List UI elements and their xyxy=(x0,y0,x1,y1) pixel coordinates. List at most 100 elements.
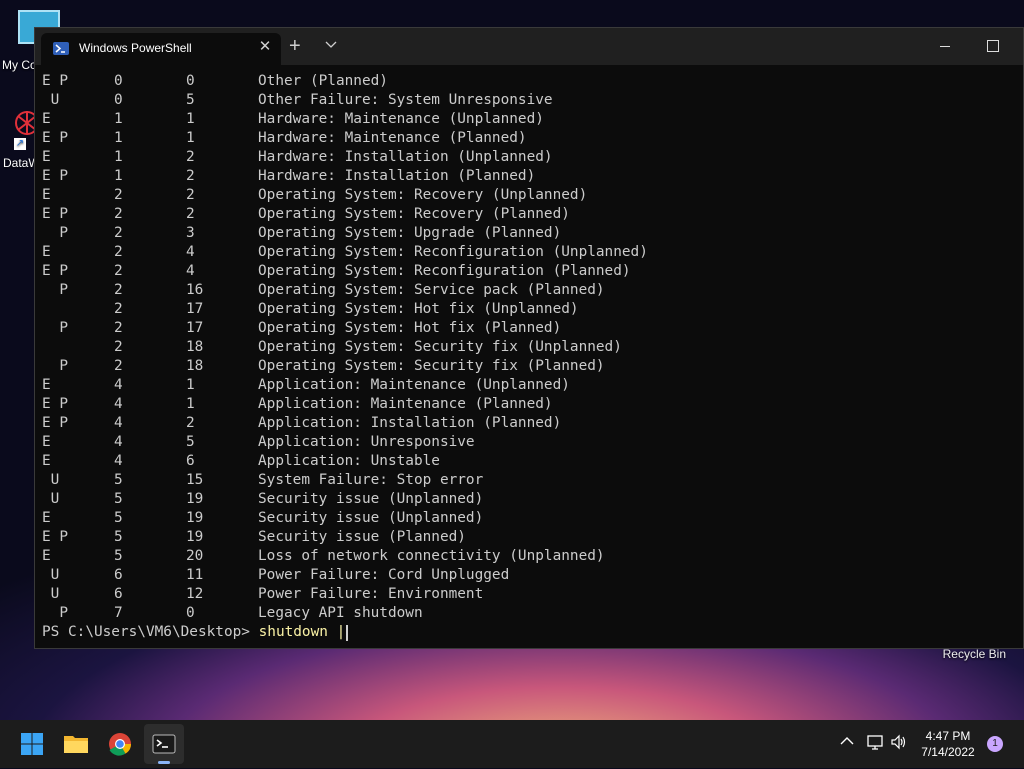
notification-badge[interactable]: 1 xyxy=(987,736,1003,752)
desktop-icon-label: My Co xyxy=(2,58,37,72)
console-row: 2 18 Operating System: Security fix (Unpla… xyxy=(42,338,1023,357)
reason-cell: Operating System: Security fix (Unplanne… xyxy=(258,339,622,355)
major-code-cell: 2 xyxy=(114,282,123,298)
taskbar: 4:47 PM 7/14/2022 1 xyxy=(0,720,1024,768)
major-code-cell: 2 xyxy=(114,187,123,203)
minor-code-cell: 12 xyxy=(186,586,204,602)
chevron-up-icon[interactable] xyxy=(840,736,854,746)
reason-cell: Hardware: Installation (Planned) xyxy=(258,168,536,184)
minor-code-cell: 2 xyxy=(186,187,195,203)
major-code-cell: 7 xyxy=(114,605,123,621)
minor-code-cell: 18 xyxy=(186,358,204,374)
flags-cell: E xyxy=(42,244,51,260)
tab-windows-powershell[interactable]: Windows PowerShell ✕ xyxy=(41,33,281,65)
close-tab-icon[interactable]: ✕ xyxy=(257,39,273,55)
new-tab-icon[interactable]: + xyxy=(289,36,301,56)
console-row: E 5 20 Loss of network connectivity (Unplan… xyxy=(42,547,1023,566)
flags-cell: E P xyxy=(42,73,68,89)
flags-cell: E P xyxy=(42,168,68,184)
system-clock[interactable]: 4:47 PM 7/14/2022 xyxy=(914,728,982,760)
minor-code-cell: 20 xyxy=(186,548,204,564)
minor-code-cell: 5 xyxy=(186,92,195,108)
reason-cell: Legacy API shutdown xyxy=(258,605,423,621)
prompt-path: PS C:\Users\VM6\Desktop xyxy=(42,624,242,640)
console-row: U 6 12 Power Failure: Environment xyxy=(42,585,1023,604)
reason-cell: Hardware: Installation (Unplanned) xyxy=(258,149,553,165)
minor-code-cell: 5 xyxy=(186,434,195,450)
start-button[interactable] xyxy=(12,724,52,764)
console-row: P 2 17 Operating System: Hot fix (Planned) xyxy=(42,319,1023,338)
flags-cell: E P xyxy=(42,396,68,412)
console-output[interactable]: E P 0 0 Other (Planned) U 0 5 Other Failure: S… xyxy=(42,72,1023,648)
minor-code-cell: 15 xyxy=(186,472,204,488)
reason-cell: Application: Unstable xyxy=(258,453,440,469)
major-code-cell: 1 xyxy=(114,130,123,146)
clock-time: 4:47 PM xyxy=(925,729,971,743)
flags-cell: P xyxy=(42,282,68,298)
console-row: 2 17 Operating System: Hot fix (Unplanned) xyxy=(42,300,1023,319)
console-row: E 5 19 Security issue (Unplanned) xyxy=(42,509,1023,528)
console-row: U 5 15 System Failure: Stop error xyxy=(42,471,1023,490)
file-explorer-button[interactable] xyxy=(56,724,96,764)
minor-code-cell: 2 xyxy=(186,206,195,222)
console-row: E P 1 1 Hardware: Maintenance (Planned) xyxy=(42,129,1023,148)
reason-cell: Other Failure: System Unresponsive xyxy=(258,92,553,108)
terminal-taskbar-button[interactable] xyxy=(144,724,184,764)
minimize-icon[interactable] xyxy=(938,40,952,54)
chrome-icon xyxy=(109,733,131,756)
flags-cell xyxy=(42,300,114,319)
major-code-cell: 2 xyxy=(114,358,123,374)
major-code-cell: 2 xyxy=(114,225,123,241)
major-code-cell: 5 xyxy=(114,510,123,526)
major-code-cell: 5 xyxy=(114,529,123,545)
recycle-bin-label[interactable]: Recycle Bin xyxy=(943,647,1006,661)
major-code-cell: 2 xyxy=(114,244,123,260)
chevron-down-icon[interactable] xyxy=(325,41,337,49)
major-code-cell: 2 xyxy=(114,301,123,317)
volume-icon[interactable] xyxy=(890,734,908,750)
flags-cell: E P xyxy=(42,263,68,279)
flags-cell: P xyxy=(42,605,68,621)
minor-code-cell: 2 xyxy=(186,415,195,431)
flags-cell: E xyxy=(42,434,51,450)
powershell-window[interactable]: Windows PowerShell ✕ + E P 0 0 Other (Plann… xyxy=(34,27,1024,649)
major-code-cell: 4 xyxy=(114,377,123,393)
flags-cell: P xyxy=(42,358,68,374)
network-icon[interactable] xyxy=(866,734,884,750)
reason-cell: Operating System: Upgrade (Planned) xyxy=(258,225,562,241)
flags-cell: E xyxy=(42,187,51,203)
chrome-button[interactable] xyxy=(100,724,140,764)
minor-code-cell: 2 xyxy=(186,168,195,184)
minor-code-cell: 19 xyxy=(186,510,204,526)
minor-code-cell: 0 xyxy=(186,605,195,621)
flags-cell: E xyxy=(42,453,51,469)
title-bar[interactable]: Windows PowerShell ✕ + xyxy=(35,28,1023,65)
minor-code-cell: 11 xyxy=(186,567,204,583)
minor-code-cell: 1 xyxy=(186,111,195,127)
minor-code-cell: 3 xyxy=(186,225,195,241)
major-code-cell: 4 xyxy=(114,396,123,412)
reason-cell: Power Failure: Cord Unplugged xyxy=(258,567,510,583)
major-code-cell: 4 xyxy=(114,453,123,469)
console-row: P 2 3 Operating System: Upgrade (Planned) xyxy=(42,224,1023,243)
flags-cell: E P xyxy=(42,415,68,431)
minor-code-cell: 0 xyxy=(186,73,195,89)
console-row: P 7 0 Legacy API shutdown xyxy=(42,604,1023,623)
minor-code-cell: 4 xyxy=(186,244,195,260)
minor-code-cell: 1 xyxy=(186,130,195,146)
major-code-cell: 1 xyxy=(114,168,123,184)
reason-cell: Operating System: Hot fix (Planned) xyxy=(258,320,562,336)
maximize-icon[interactable] xyxy=(987,40,999,52)
reason-cell: Application: Unresponsive xyxy=(258,434,475,450)
folder-icon xyxy=(64,736,88,753)
reason-cell: Operating System: Service pack (Planned) xyxy=(258,282,605,298)
prompt-line[interactable]: PS C:\Users\VM6\Desktop > shutdown | xyxy=(42,623,1023,642)
minor-code-cell: 16 xyxy=(186,282,204,298)
command-input[interactable]: shutdown | xyxy=(250,623,346,642)
prompt-symbol: > xyxy=(241,624,250,640)
flags-cell: U xyxy=(42,472,60,488)
flags-cell: U xyxy=(42,92,60,108)
console-row: E P 2 2 Operating System: Recovery (Planned… xyxy=(42,205,1023,224)
reason-cell: Security issue (Unplanned) xyxy=(258,510,484,526)
reason-cell: Application: Maintenance (Unplanned) xyxy=(258,377,570,393)
